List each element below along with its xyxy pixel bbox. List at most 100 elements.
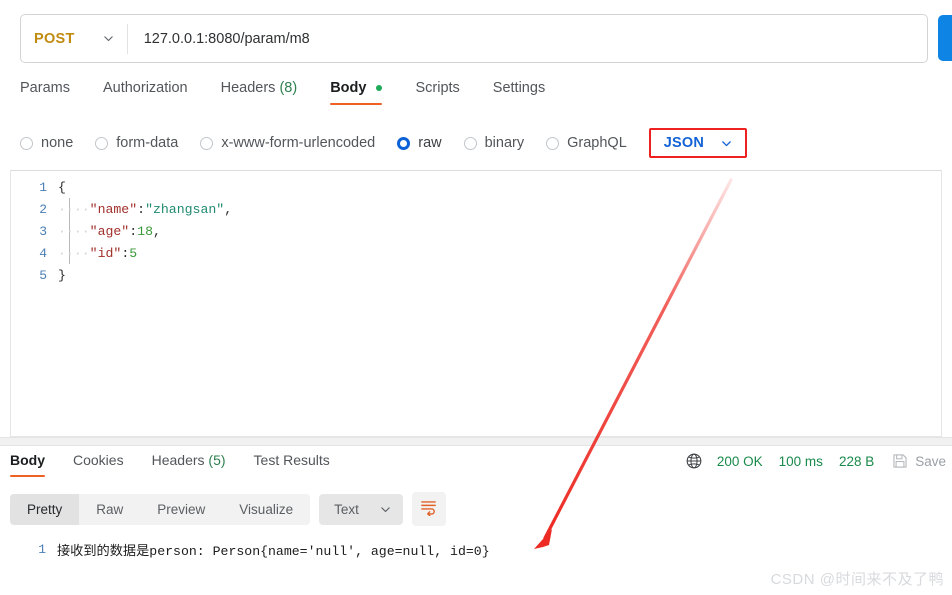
- code-line: 3 ····"age":18,: [11, 220, 941, 242]
- tab-headers[interactable]: Headers (8): [221, 80, 298, 105]
- status-code[interactable]: 200 OK: [717, 454, 763, 469]
- url-bar: POST: [20, 14, 928, 63]
- json-key: "id": [89, 245, 122, 261]
- raw-format-label: JSON: [663, 135, 705, 151]
- response-tab-test-results[interactable]: Test Results: [254, 452, 330, 477]
- response-size[interactable]: 228 B: [839, 454, 874, 469]
- tab-authorization-label: Authorization: [102, 80, 188, 96]
- code-content: ····"age":18,: [58, 224, 161, 239]
- json-number: 18: [137, 223, 153, 239]
- tab-settings[interactable]: Settings: [493, 80, 545, 105]
- request-body-editor[interactable]: 1 { 2 ····"name":"zhangsan", 3 ····"age"…: [10, 170, 942, 437]
- response-tab-headers-count: (5): [208, 452, 226, 468]
- json-string: "zhangsan": [145, 201, 225, 217]
- json-punct: :: [137, 201, 146, 217]
- body-type-none[interactable]: none: [20, 135, 73, 151]
- body-type-none-label: none: [41, 135, 74, 151]
- response-time[interactable]: 100 ms: [779, 454, 823, 469]
- response-panel-divider[interactable]: [0, 437, 952, 446]
- body-type-binary-label: binary: [484, 135, 525, 151]
- body-type-raw[interactable]: raw: [397, 135, 442, 151]
- body-type-form-data[interactable]: form-data: [95, 135, 178, 151]
- body-type-graphql-label: GraphQL: [567, 135, 627, 151]
- tab-params-label: Params: [20, 80, 70, 96]
- code-content: ····"id":5: [58, 246, 137, 261]
- indent-dots: ····: [58, 245, 90, 261]
- response-body-text: 接收到的数据是person: Person{name='null', age=n…: [57, 543, 490, 559]
- chevron-down-icon: [720, 137, 733, 150]
- json-key: "name": [89, 201, 138, 217]
- http-method-select[interactable]: POST: [21, 15, 127, 62]
- radio-selected-icon: [397, 136, 411, 150]
- tab-settings-label: Settings: [492, 80, 546, 96]
- csdn-watermark: CSDN @时间来不及了鸭: [770, 571, 944, 588]
- response-status-meta: 200 OK 100 ms 228 B Save: [685, 452, 946, 470]
- response-tab-headers[interactable]: Headers (5): [152, 452, 226, 477]
- body-type-urlencoded-label: x-www-form-urlencoded: [221, 135, 376, 151]
- radio-icon: [200, 136, 214, 150]
- tab-headers-count: (8): [279, 80, 298, 96]
- body-type-raw-label: raw: [418, 135, 442, 151]
- radio-icon: [546, 136, 560, 150]
- code-content: {: [58, 179, 66, 195]
- body-type-form-data-label: form-data: [116, 135, 179, 151]
- word-wrap-icon: [419, 497, 438, 521]
- response-tabs: Body Cookies Headers (5) Test Results: [10, 452, 358, 477]
- body-type-radio-group: none form-data x-www-form-urlencoded raw…: [20, 128, 748, 158]
- code-line: 2 ····"name":"zhangsan",: [11, 198, 941, 220]
- tab-headers-label: Headers: [220, 80, 276, 96]
- response-view-mode-group: Pretty Raw Preview Visualize: [10, 493, 311, 525]
- radio-icon: [95, 136, 109, 150]
- view-mode-visualize[interactable]: Visualize: [222, 494, 310, 525]
- chevron-down-icon: [102, 32, 115, 45]
- radio-icon: [20, 136, 33, 150]
- line-number: 5: [39, 267, 47, 283]
- body-type-urlencoded[interactable]: x-www-form-urlencoded: [200, 135, 375, 151]
- body-type-graphql[interactable]: GraphQL: [546, 135, 627, 151]
- tab-scripts[interactable]: Scripts: [415, 80, 459, 105]
- response-format-label: Text: [334, 501, 359, 517]
- http-method-label: POST: [34, 30, 75, 47]
- code-line: 1 {: [11, 176, 941, 198]
- save-disk-icon: [892, 453, 908, 469]
- chevron-down-icon: [379, 503, 392, 516]
- tab-body[interactable]: Body: [330, 80, 383, 105]
- indent-dots: ····: [58, 201, 90, 217]
- send-button[interactable]: Send: [938, 15, 952, 61]
- json-punct: :: [129, 223, 138, 239]
- tab-scripts-label: Scripts: [415, 80, 460, 96]
- response-tab-body[interactable]: Body: [10, 452, 45, 477]
- code-line: 5 }: [11, 264, 941, 286]
- tab-body-label: Body: [330, 80, 367, 96]
- view-mode-preview[interactable]: Preview: [140, 494, 222, 525]
- radio-icon: [463, 136, 477, 150]
- line-number: 3: [39, 223, 47, 239]
- indent-dots: ····: [58, 223, 90, 239]
- save-response-button[interactable]: Save: [892, 453, 946, 469]
- body-modified-dot-icon: [376, 85, 383, 92]
- save-response-label: Save: [915, 453, 946, 469]
- code-line: 4 ····"id":5: [11, 242, 941, 264]
- raw-format-select[interactable]: JSON: [648, 128, 748, 158]
- word-wrap-toggle-button[interactable]: [411, 492, 446, 526]
- response-format-select[interactable]: Text: [319, 493, 403, 525]
- request-tabs: Params Authorization Headers (8) Body Sc…: [20, 80, 578, 105]
- line-number: 1: [38, 541, 46, 557]
- url-input[interactable]: [127, 14, 927, 63]
- json-punct: ,: [224, 201, 233, 217]
- response-body-viewer[interactable]: 1 接收到的数据是person: Person{name='null', age…: [10, 537, 942, 565]
- response-tab-headers-label: Headers: [151, 452, 205, 468]
- view-mode-pretty[interactable]: Pretty: [10, 493, 80, 525]
- response-body-line: 1 接收到的数据是person: Person{name='null', age…: [10, 537, 942, 561]
- view-mode-raw[interactable]: Raw: [79, 494, 140, 525]
- response-tab-cookies-label: Cookies: [73, 452, 124, 468]
- response-tab-cookies[interactable]: Cookies: [73, 452, 124, 477]
- json-key: "age": [89, 223, 130, 239]
- response-tab-body-label: Body: [10, 452, 45, 468]
- response-tab-test-results-label: Test Results: [253, 452, 330, 468]
- response-viewer-toolbar: Pretty Raw Preview Visualize Text: [10, 492, 446, 526]
- tab-params[interactable]: Params: [20, 80, 70, 105]
- body-type-binary[interactable]: binary: [463, 135, 525, 151]
- globe-icon[interactable]: [685, 452, 703, 470]
- tab-authorization[interactable]: Authorization: [103, 80, 188, 105]
